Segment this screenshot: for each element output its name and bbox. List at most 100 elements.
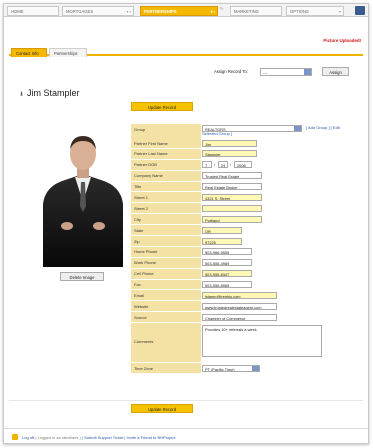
- field-input[interactable]: Real Estate Broker: [202, 183, 262, 191]
- field-input[interactable]: 4321 S. Street: [202, 193, 262, 201]
- field-input[interactable]: OR: [202, 226, 242, 234]
- chevron-down-icon: ▾ ▪: [210, 9, 215, 14]
- contact-name: Jim Stampler: [27, 88, 80, 98]
- form-row: Fax 503-555-8965: [131, 279, 356, 291]
- field-label: Partner First Name: [131, 138, 201, 148]
- form-row: Company Name Trusted Real Estate: [131, 170, 356, 182]
- field-label: Work Phone: [131, 257, 201, 268]
- update-record-button-top[interactable]: Update Record: [131, 102, 193, 111]
- assign-select-value: ---: [263, 70, 267, 75]
- timezone-select[interactable]: PT (Pacific Time): [202, 364, 260, 372]
- chevron-down-icon: ▾: [338, 9, 341, 14]
- field-label: Home Phone: [131, 246, 201, 257]
- dob-separator: /: [214, 161, 216, 167]
- chevron-down-icon: ▾ ▪: [126, 9, 131, 14]
- form-row: Street 2: [131, 203, 356, 215]
- field-input[interactable]: Jim: [202, 139, 257, 147]
- form-row: Cell Phone 503-555-8347: [131, 268, 356, 280]
- logged-in-text: ( Logged in as sbrothers ): [35, 435, 81, 440]
- assign-record-row: Assign Record To: --- Assign: [4, 67, 368, 77]
- footer-links: Log off ( Logged in as sbrothers ) | Sub…: [22, 435, 175, 440]
- nav-tab-label: MORTGAGES: [66, 9, 94, 14]
- field-label: Title: [131, 181, 201, 192]
- field-label: State: [131, 225, 201, 236]
- form-row: Website www.trustedrealestateagent.com: [131, 301, 356, 313]
- field-input[interactable]: Chamber of Commerce: [202, 313, 277, 321]
- footer: Log off ( Logged in as sbrothers ) | Sub…: [4, 428, 368, 444]
- field-label: Website: [131, 301, 201, 312]
- field-label: City: [131, 214, 201, 225]
- nav-tab-mortgages[interactable]: MORTGAGES ▾ ▪: [62, 6, 134, 16]
- field-input[interactable]: 503-555-8347: [202, 270, 252, 278]
- form-row-dob: Partner DOB 7 / 24 / 2008: [131, 159, 356, 171]
- field-input[interactable]: 503-555-8965: [202, 281, 252, 289]
- contact-photo-image: [43, 136, 123, 267]
- field-label: Zip: [131, 236, 201, 246]
- field-input[interactable]: www.trustedrealestateagent.com: [202, 302, 277, 310]
- form-row: Title Real Estate Broker: [131, 181, 356, 193]
- dob-day-input[interactable]: 24: [218, 161, 228, 169]
- comments-textarea[interactable]: Provides 10+ referrals a week.: [202, 324, 322, 357]
- field-label: Street 2: [131, 203, 201, 214]
- field-input[interactable]: 503-966-5555: [202, 248, 252, 256]
- field-label: Source: [131, 312, 201, 323]
- nav-tab-partnerships[interactable]: PARTNERSHIPS ▾ ▪: [140, 6, 218, 16]
- form-row: Partner Last Name Stampler: [131, 148, 356, 160]
- dob-year-input[interactable]: 2008: [234, 161, 252, 169]
- field-label: Company Name: [131, 170, 201, 181]
- field-input[interactable]: Stampler: [202, 150, 257, 158]
- app-window: HOME MORTGAGES ▾ ▪ PARTNERSHIPS ▾ ▪ ✎ MARK…: [3, 3, 369, 444]
- sub-tabs: Contact Info Partnerships: [9, 46, 363, 57]
- contact-heading: ⬇ Jim Stampler: [19, 88, 80, 98]
- delete-image-button[interactable]: Delete Image: [60, 272, 104, 281]
- logoff-icon: [12, 434, 18, 440]
- dob-month-input[interactable]: 7: [202, 161, 212, 169]
- support-links[interactable]: | Submit Support Ticket | Invite a Frien…: [82, 435, 175, 440]
- field-label: Group: [131, 124, 201, 138]
- field-input[interactable]: 97225: [202, 237, 242, 245]
- field-label: Street 1: [131, 192, 201, 203]
- dob-separator: /: [230, 161, 232, 167]
- nav-tab-marketing[interactable]: MARKETING: [230, 6, 282, 16]
- field-label: Partner DOB: [131, 159, 201, 170]
- field-input[interactable]: jstamp@freebjs.com: [202, 291, 277, 299]
- field-input[interactable]: Trusted Real Estate: [202, 172, 262, 180]
- chevron-down-icon: [304, 69, 311, 75]
- form-row-comments: Comments Provides 10+ referrals a week.: [131, 323, 356, 364]
- assign-select[interactable]: ---: [260, 68, 312, 76]
- timezone-select-value: PT (Pacific Time): [205, 366, 235, 372]
- field-label: Email: [131, 290, 201, 301]
- field-label: Time Zone: [131, 363, 201, 374]
- nav-tab-label: PARTNERSHIPS: [144, 9, 177, 14]
- user-icon[interactable]: [355, 6, 365, 15]
- pin-icon: ✎: [220, 6, 224, 11]
- contact-form: Group REALTORS [ Add Group ] [ Edit Sele…: [131, 124, 356, 375]
- chevron-down-icon: [294, 125, 301, 131]
- contact-photo: [37, 122, 129, 267]
- pin-icon: ⬇: [19, 92, 25, 98]
- add-edit-group-links[interactable]: [ Add Group ] [ Edit: [306, 125, 340, 130]
- form-row: City Portland: [131, 214, 356, 226]
- field-label: Fax: [131, 279, 201, 290]
- edit-group-link[interactable]: Selected Group ]: [202, 131, 232, 136]
- field-input[interactable]: [202, 204, 262, 212]
- assign-button[interactable]: Assign: [322, 67, 349, 76]
- nav-tab-home[interactable]: HOME: [7, 6, 59, 16]
- tab-contact-info[interactable]: Contact Info: [11, 48, 47, 57]
- form-row: Email jstamp@freebjs.com: [131, 290, 356, 302]
- nav-tab-options[interactable]: OPTIONS ▾: [286, 6, 344, 16]
- chevron-down-icon: [252, 365, 259, 371]
- divider: [9, 400, 363, 401]
- form-row: Source Chamber of Commerce: [131, 312, 356, 324]
- field-label: Comments: [131, 323, 201, 363]
- update-record-button-bottom[interactable]: Update Record: [131, 404, 193, 413]
- form-row: State OR: [131, 225, 356, 237]
- logoff-link[interactable]: Log off: [22, 435, 34, 440]
- field-label: Partner Last Name: [131, 148, 201, 159]
- tab-partnerships[interactable]: Partnerships: [49, 48, 87, 57]
- field-input[interactable]: Portland: [202, 215, 262, 223]
- field-label: Cell Phone: [131, 268, 201, 279]
- upload-notice: Picture Uploaded!: [323, 38, 361, 43]
- nav-tab-label: OPTIONS: [290, 9, 309, 14]
- field-input[interactable]: 503-555-4989: [202, 259, 252, 267]
